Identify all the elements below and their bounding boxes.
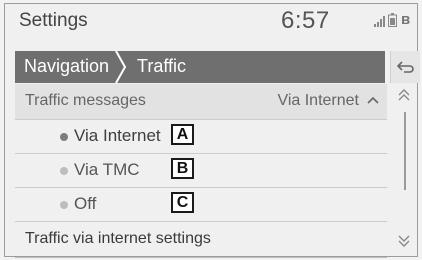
- chevron-up-icon: [367, 96, 379, 104]
- breadcrumb-navigation[interactable]: Navigation: [24, 56, 109, 77]
- traffic-messages-value: Via Internet: [277, 92, 359, 109]
- option-label: Via Internet: [74, 126, 161, 145]
- scroll-column: [390, 84, 419, 260]
- breadcrumb-separator-icon: [115, 51, 127, 83]
- clock: 6:57: [281, 7, 330, 34]
- back-button[interactable]: [390, 51, 420, 83]
- radio-indicator: [60, 201, 68, 209]
- option-label: Via TMC: [74, 160, 140, 179]
- option-label: Off: [74, 194, 97, 213]
- option-off[interactable]: Off C: [15, 188, 387, 222]
- back-icon: [396, 61, 414, 73]
- scroll-down-icon[interactable]: [397, 234, 411, 248]
- callout-label: A: [171, 124, 194, 145]
- traffic-internet-settings-row[interactable]: Traffic via internet settings: [15, 222, 387, 258]
- traffic-internet-settings-label: Traffic via internet settings: [25, 230, 211, 247]
- callout-label: C: [171, 192, 194, 213]
- option-via-internet[interactable]: Via Internet A: [15, 120, 387, 154]
- display-frame: Settings 6:57 ʙ Navigation Traffic Traff…: [4, 3, 420, 260]
- scrollbar[interactable]: [404, 112, 406, 190]
- settings-screen: Settings 6:57 ʙ Navigation Traffic Traff…: [0, 0, 422, 260]
- screen-title: Settings: [19, 10, 88, 31]
- signal-icon: [374, 14, 386, 32]
- breadcrumb: Navigation Traffic: [15, 51, 385, 83]
- traffic-messages-row[interactable]: Traffic messages Via Internet: [15, 84, 387, 120]
- radio-indicator: [60, 167, 68, 175]
- callout-label: B: [171, 158, 194, 179]
- bluetooth-icon: ʙ: [401, 11, 411, 28]
- breadcrumb-traffic: Traffic: [137, 56, 187, 76]
- traffic-messages-label: Traffic messages: [25, 92, 146, 109]
- radio-indicator-selected: [60, 133, 68, 141]
- battery-icon: [388, 13, 397, 32]
- scroll-up-icon[interactable]: [397, 88, 411, 102]
- option-via-tmc[interactable]: Via TMC B: [15, 154, 387, 188]
- status-bar: Settings 6:57 ʙ: [5, 4, 417, 44]
